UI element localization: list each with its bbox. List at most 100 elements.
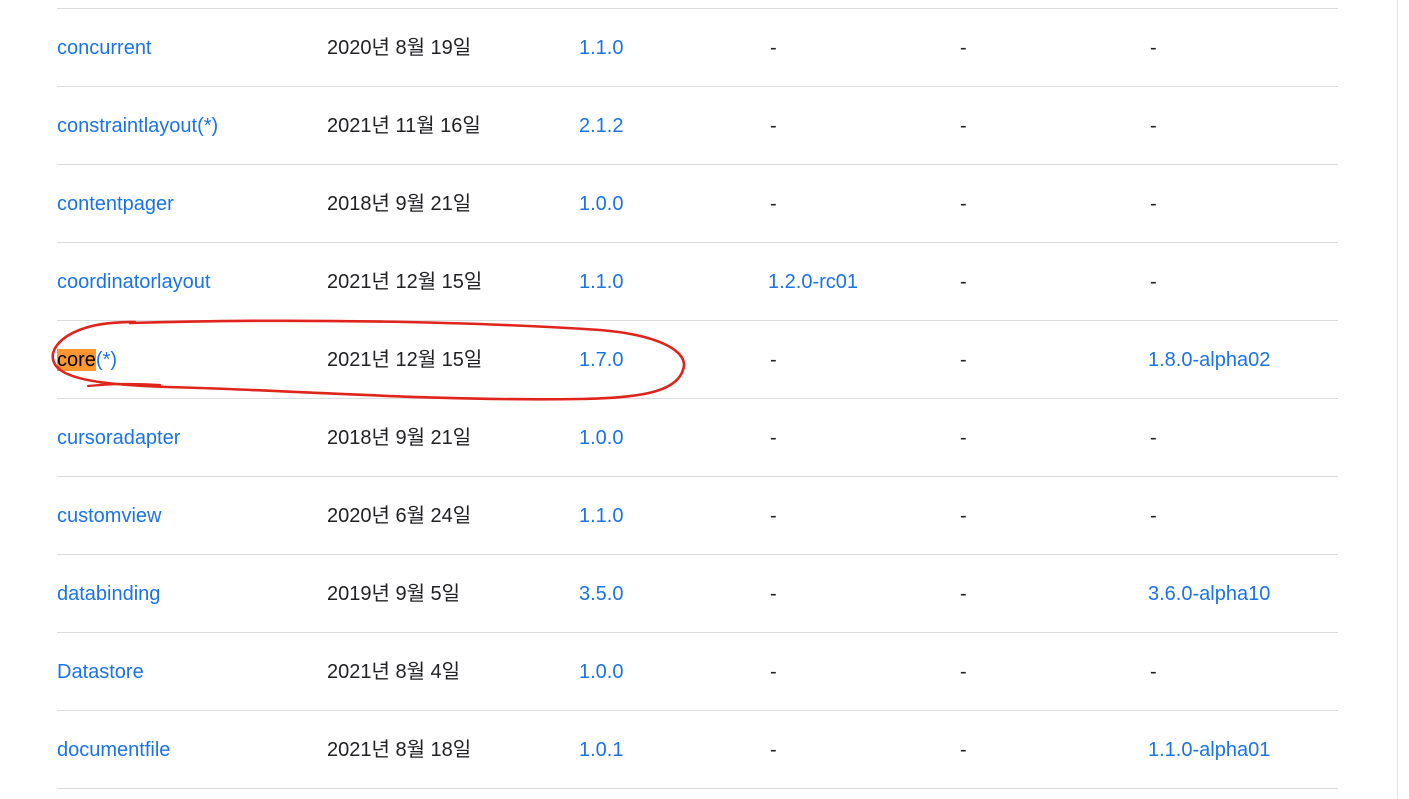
stable-release-cell: 1.0.1	[579, 710, 768, 789]
stable-version-link[interactable]: 1.7.0	[579, 349, 623, 371]
table-row: customview 2020년 6월 24일 1.1.0 - - -	[57, 476, 1338, 555]
rc-release-cell: -	[768, 398, 958, 477]
stable-release-cell: 1.0.0	[579, 398, 768, 477]
artifact-link[interactable]: coordinatorlayout	[57, 271, 210, 293]
alpha-release-cell: 3.6.0-alpha10	[1148, 554, 1338, 633]
alpha-release-cell: -	[1148, 164, 1338, 243]
alpha-version-empty: -	[1150, 660, 1157, 683]
alpha-version-empty: -	[1150, 36, 1157, 59]
rc-release-cell: -	[768, 710, 958, 789]
beta-release-cell: -	[958, 710, 1148, 789]
rc-release-cell: -	[768, 320, 958, 399]
rc-version-link[interactable]: 1.2.0-rc01	[768, 271, 858, 293]
alpha-version-link[interactable]: 3.6.0-alpha10	[1148, 583, 1270, 605]
beta-release-cell: -	[958, 554, 1148, 633]
rc-release-cell: -	[768, 8, 958, 87]
alpha-release-cell: -	[1148, 242, 1338, 321]
stable-version-link[interactable]: 1.0.0	[579, 661, 623, 683]
rc-version-empty: -	[770, 36, 777, 59]
artifact-cell: core(*)	[57, 320, 327, 399]
artifact-cell: customview	[57, 476, 327, 555]
table-row: constraintlayout(*) 2021년 11월 16일 2.1.2 …	[57, 86, 1338, 165]
beta-version-empty: -	[960, 270, 967, 293]
release-date: 2020년 8월 19일	[327, 8, 579, 87]
page: concurrent 2020년 8월 19일 1.1.0 - - - cons…	[0, 0, 1409, 799]
beta-version-empty: -	[960, 36, 967, 59]
artifact-link-core[interactable]: core(*)	[57, 348, 117, 371]
alpha-release-cell: -	[1148, 86, 1338, 165]
beta-release-cell: -	[958, 86, 1148, 165]
release-date: 2021년 12월 15일	[327, 320, 579, 399]
beta-version-empty: -	[960, 426, 967, 449]
release-date: 2021년 8월 4일	[327, 632, 579, 711]
rc-release-cell: -	[768, 554, 958, 633]
rc-release-cell: -	[768, 86, 958, 165]
alpha-release-cell: -	[1148, 476, 1338, 555]
artifact-link[interactable]: constraintlayout(*)	[57, 115, 218, 137]
stable-version-link[interactable]: 1.0.0	[579, 193, 623, 215]
beta-version-empty: -	[960, 660, 967, 683]
scrollbar-track-edge	[1397, 0, 1398, 799]
rc-version-empty: -	[770, 660, 777, 683]
stable-version-link[interactable]: 1.0.1	[579, 739, 623, 761]
beta-release-cell: -	[958, 398, 1148, 477]
stable-version-link[interactable]: 2.1.2	[579, 115, 623, 137]
alpha-version-link[interactable]: 1.8.0-alpha02	[1148, 349, 1270, 371]
release-date: 2021년 11월 16일	[327, 86, 579, 165]
alpha-version-empty: -	[1150, 192, 1157, 215]
artifact-link[interactable]: databinding	[57, 583, 160, 605]
artifact-link[interactable]: customview	[57, 505, 161, 527]
beta-version-empty: -	[960, 192, 967, 215]
artifact-link[interactable]: concurrent	[57, 37, 152, 59]
stable-version-link[interactable]: 1.1.0	[579, 271, 623, 293]
artifact-cell: databinding	[57, 554, 327, 633]
alpha-release-cell: 1.8.0-alpha02	[1148, 320, 1338, 399]
release-date: 2019년 9월 5일	[327, 554, 579, 633]
artifact-link[interactable]: documentfile	[57, 739, 170, 761]
search-match-highlight: core	[57, 348, 96, 371]
table-row: cursoradapter 2018년 9월 21일 1.0.0 - - -	[57, 398, 1338, 477]
beta-release-cell: -	[958, 632, 1148, 711]
stable-release-cell: 2.1.2	[579, 86, 768, 165]
artifact-link[interactable]: Datastore	[57, 661, 144, 683]
rc-version-empty: -	[770, 426, 777, 449]
beta-version-empty: -	[960, 114, 967, 137]
stable-release-cell: 1.7.0	[579, 320, 768, 399]
beta-release-cell: -	[958, 476, 1148, 555]
stable-release-cell: 1.1.0	[579, 242, 768, 321]
stable-version-link[interactable]: 3.5.0	[579, 583, 623, 605]
artifact-cell: contentpager	[57, 164, 327, 243]
rc-release-cell: 1.2.0-rc01	[768, 242, 958, 321]
stable-release-cell: 1.0.0	[579, 164, 768, 243]
library-releases-table: concurrent 2020년 8월 19일 1.1.0 - - - cons…	[57, 8, 1338, 789]
table-row: documentfile 2021년 8월 18일 1.0.1 - - 1.1.…	[57, 710, 1338, 789]
table-row-core: core(*) 2021년 12월 15일 1.7.0 - - 1.8.0-al…	[57, 320, 1338, 399]
release-date: 2021년 12월 15일	[327, 242, 579, 321]
beta-release-cell: -	[958, 8, 1148, 87]
alpha-version-empty: -	[1150, 504, 1157, 527]
beta-release-cell: -	[958, 164, 1148, 243]
artifact-cell: constraintlayout(*)	[57, 86, 327, 165]
artifact-cell: coordinatorlayout	[57, 242, 327, 321]
artifact-cell: documentfile	[57, 710, 327, 789]
artifact-link[interactable]: cursoradapter	[57, 427, 180, 449]
table-row: coordinatorlayout 2021년 12월 15일 1.1.0 1.…	[57, 242, 1338, 321]
table-body: concurrent 2020년 8월 19일 1.1.0 - - - cons…	[57, 8, 1338, 789]
stable-version-link[interactable]: 1.0.0	[579, 427, 623, 449]
artifact-link[interactable]: contentpager	[57, 193, 174, 215]
alpha-version-link[interactable]: 1.1.0-alpha01	[1148, 739, 1270, 761]
release-date: 2021년 8월 18일	[327, 710, 579, 789]
table-row: databinding 2019년 9월 5일 3.5.0 - - 3.6.0-…	[57, 554, 1338, 633]
stable-version-link[interactable]: 1.1.0	[579, 37, 623, 59]
table-row: contentpager 2018년 9월 21일 1.0.0 - - -	[57, 164, 1338, 243]
release-date: 2018년 9월 21일	[327, 164, 579, 243]
beta-version-empty: -	[960, 582, 967, 605]
stable-version-link[interactable]: 1.1.0	[579, 505, 623, 527]
table-row: Datastore 2021년 8월 4일 1.0.0 - - -	[57, 632, 1338, 711]
beta-release-cell: -	[958, 242, 1148, 321]
stable-release-cell: 1.1.0	[579, 8, 768, 87]
beta-version-empty: -	[960, 738, 967, 761]
alpha-version-empty: -	[1150, 270, 1157, 293]
alpha-release-cell: -	[1148, 632, 1338, 711]
artifact-cell: Datastore	[57, 632, 327, 711]
